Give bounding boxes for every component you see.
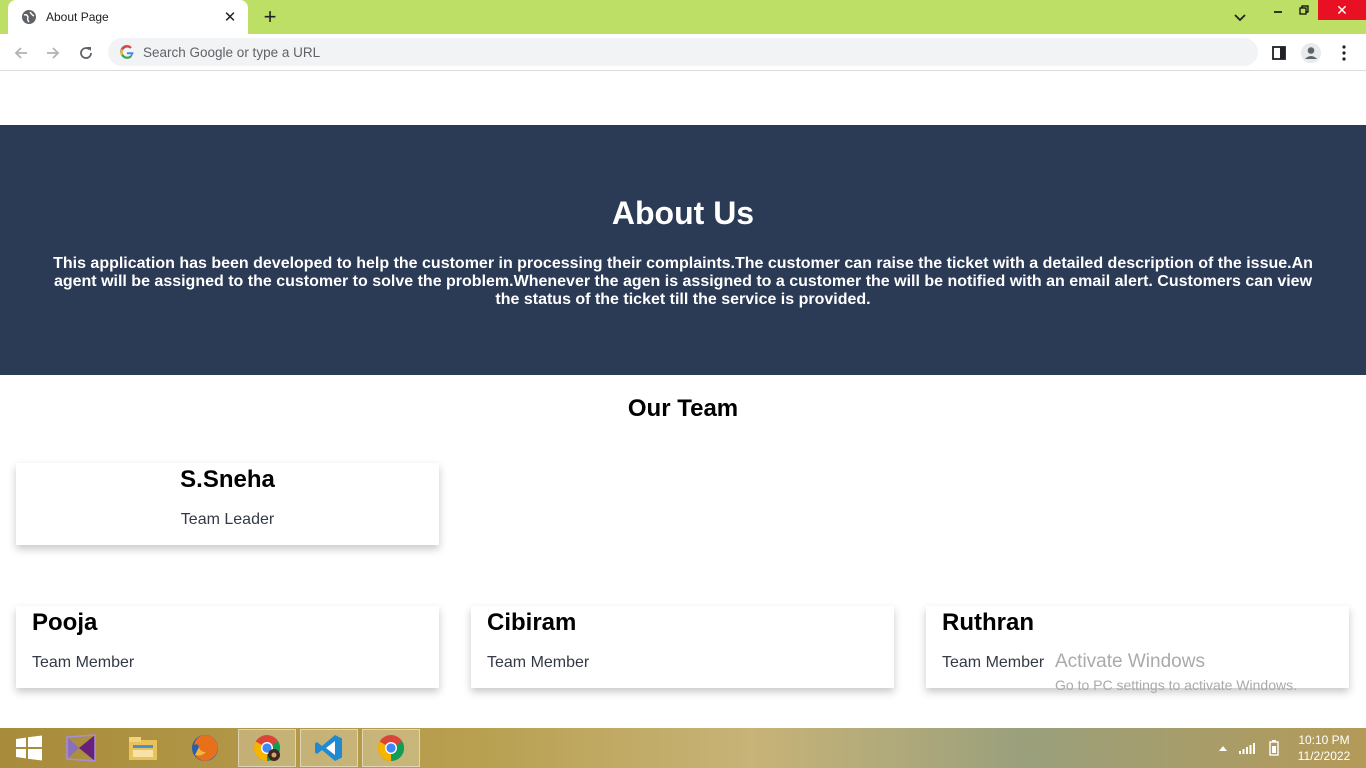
member-name: Cibiram: [487, 609, 577, 636]
member-role: Team Member: [487, 654, 590, 671]
close-window-icon[interactable]: ✕: [1318, 0, 1366, 20]
forward-arrow-icon[interactable]: [40, 40, 66, 66]
team-title: Our Team: [627, 395, 739, 422]
member-role: Team Member: [32, 654, 135, 671]
member-role: Team Leader: [180, 511, 275, 528]
start-icon[interactable]: [0, 729, 58, 767]
vscode-icon[interactable]: [300, 729, 358, 767]
about-description: This application has been developed to h…: [53, 255, 1313, 308]
about-hero: About Us This application has been devel…: [0, 125, 1366, 375]
address-bar[interactable]: [108, 38, 1258, 66]
clock-time: 10:10 PM: [1298, 733, 1350, 747]
kebab-menu-icon[interactable]: [1331, 40, 1357, 66]
profile-avatar-icon[interactable]: [1298, 40, 1324, 66]
team-card-leader: S.Sneha Team Leader: [16, 463, 439, 545]
team-card-member: Cibiram Team Member: [471, 606, 894, 688]
chrome-profile-icon[interactable]: [238, 729, 296, 767]
google-icon: [120, 44, 134, 59]
minimize-icon[interactable]: [1266, 0, 1290, 20]
taskbar-clock[interactable]: 10:10 PM 11/2/2022: [1290, 732, 1358, 764]
browser-toolbar: [0, 34, 1366, 71]
browser-tab-about[interactable]: About Page ✕: [8, 0, 248, 34]
browser-tabstrip: About Page ✕ + ✕: [0, 0, 1366, 34]
clock-date: 11/2/2022: [1297, 749, 1351, 763]
team-card-member: Ruthran Team Member: [926, 606, 1349, 688]
windows-taskbar: 10:10 PM 11/2/2022: [0, 728, 1366, 768]
side-panel-icon[interactable]: [1266, 40, 1292, 66]
back-arrow-icon[interactable]: [8, 40, 34, 66]
reload-icon[interactable]: [73, 40, 99, 66]
chevron-up-icon[interactable]: [1216, 728, 1230, 768]
team-card-member: Pooja Team Member: [16, 606, 439, 688]
tab-search-icon[interactable]: [1230, 8, 1250, 28]
member-name: Ruthran: [942, 609, 1034, 636]
globe-icon: [22, 10, 36, 24]
restore-icon[interactable]: [1292, 0, 1316, 20]
about-title: About Us: [611, 195, 755, 231]
firefox-icon[interactable]: [176, 729, 234, 767]
new-tab-icon[interactable]: +: [258, 5, 282, 29]
tab-title: About Page: [46, 10, 109, 24]
address-input[interactable]: [143, 44, 1043, 60]
member-name: Pooja: [32, 609, 98, 636]
network-signal-icon[interactable]: [1238, 728, 1256, 768]
close-tab-icon[interactable]: ✕: [222, 9, 238, 26]
chrome-icon[interactable]: [362, 729, 420, 767]
page-content: About Us This application has been devel…: [0, 71, 1366, 728]
member-role: Team Member: [942, 654, 1045, 671]
member-name: S.Sneha: [180, 466, 275, 493]
battery-icon[interactable]: [1266, 728, 1282, 768]
visual-studio-icon[interactable]: [52, 729, 110, 767]
file-explorer-icon[interactable]: [114, 729, 172, 767]
